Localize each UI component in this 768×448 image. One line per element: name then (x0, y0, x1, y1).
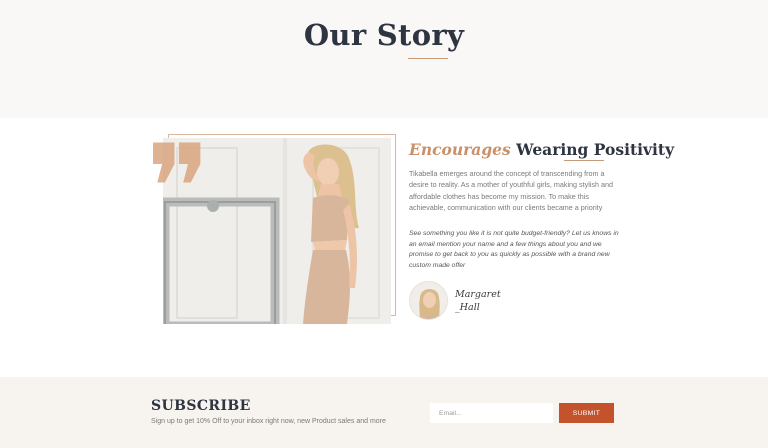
story-heading-text: Wearing Positivity (516, 140, 675, 159)
author-avatar (409, 281, 448, 320)
subscribe-section (0, 377, 768, 448)
author-name: Margaret _Hall (455, 288, 501, 314)
story-body-text: Tikabella emerges around the concept of … (409, 169, 614, 212)
subscribe-title: SUBSCRIBE (151, 398, 251, 414)
email-input[interactable] (430, 403, 553, 423)
author-first-name: Margaret (455, 289, 501, 300)
heading-divider (564, 160, 604, 161)
story-heading: Encourages Wearing Positivity (409, 140, 674, 159)
title-divider (408, 58, 448, 59)
story-heading-accent: Encourages (409, 140, 511, 159)
quote-mark-icon: ❞ (146, 120, 211, 259)
page-title: Our Story (303, 18, 465, 52)
author-last-name: _Hall (455, 302, 480, 313)
subscribe-text: Sign up to get 10% Off to your inbox rig… (151, 418, 386, 425)
story-quote-text: See something you like it is not quite b… (409, 230, 619, 269)
submit-button[interactable]: SUBMIT (559, 403, 614, 423)
author-avatar-image (410, 282, 447, 319)
